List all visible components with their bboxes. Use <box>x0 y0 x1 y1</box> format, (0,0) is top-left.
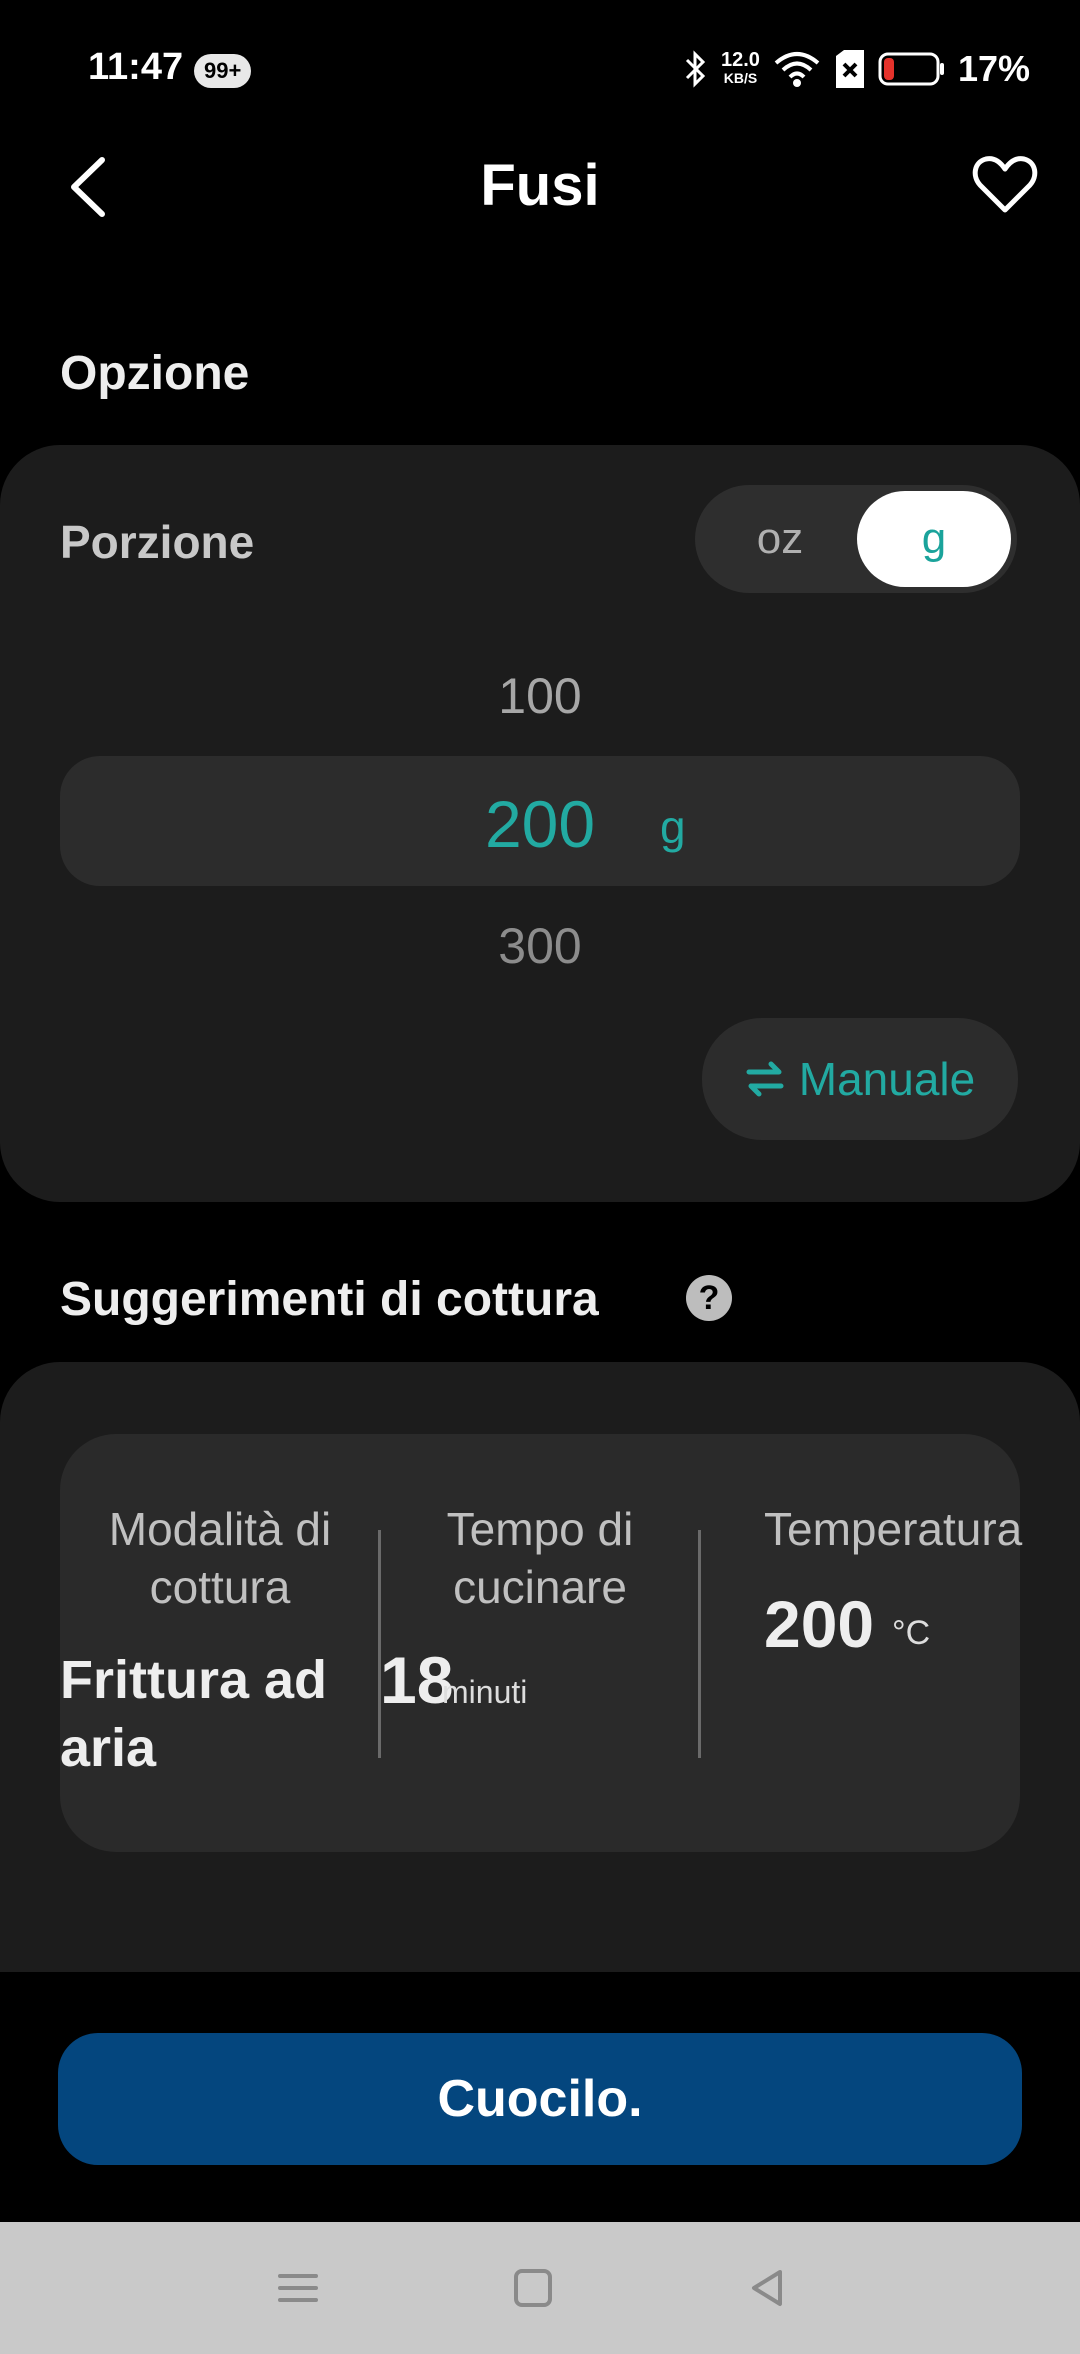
suggestions-card: Modalità di cottura Frittura ad aria Tem… <box>0 1362 1080 1972</box>
status-icons: 12.0 KB/S 17% <box>683 44 1030 94</box>
status-time: 11:47 <box>88 46 184 88</box>
cooking-info-panel: Modalità di cottura Frittura ad aria Tem… <box>60 1434 1022 1852</box>
sim-off-icon <box>835 50 864 88</box>
portion-value: 200 <box>484 787 596 861</box>
unit-option-oz[interactable]: oz <box>703 491 857 587</box>
portion-card: Porzione oz g 100 200 g 300 Manuale <box>0 445 1080 1202</box>
nav-home-button[interactable] <box>503 2258 563 2318</box>
menu-icon <box>278 2274 318 2302</box>
back-triangle-icon <box>752 2270 782 2306</box>
bluetooth-icon <box>685 50 706 88</box>
portion-picker-next[interactable]: 300 <box>0 917 1080 975</box>
portion-picker-selected[interactable]: 200 g <box>60 756 1020 886</box>
cooking-time-unit: minuti <box>442 1674 528 1710</box>
heart-icon <box>972 156 1038 213</box>
temperature-label: Temperatura <box>764 1503 1023 1555</box>
cook-button[interactable]: Cuocilo. <box>58 2033 1022 2165</box>
notification-count-badge: 99+ <box>194 54 252 88</box>
cooking-time-column: Tempo di cucinare 18 minuti <box>380 1434 700 1852</box>
nav-menu-button[interactable] <box>268 2258 328 2318</box>
cooking-time-label: Tempo di cucinare <box>446 1503 634 1613</box>
portion-label: Porzione <box>60 516 255 568</box>
battery-percentage: 17% <box>957 48 1030 89</box>
favorite-button[interactable] <box>970 150 1040 220</box>
cooking-mode-column: Modalità di cottura Frittura ad aria <box>60 1434 380 1852</box>
network-speed: 12.0 KB/S <box>721 49 760 86</box>
system-nav-bar <box>0 2222 1080 2354</box>
home-square-icon <box>514 2269 552 2307</box>
portion-picker-prev[interactable]: 100 <box>0 667 1080 725</box>
status-bar: 11:47 99+ 12.0 KB/S 17% <box>0 0 1080 140</box>
temperature-unit: °C <box>892 1614 931 1652</box>
temperature-column: Temperatura 200 °C <box>700 1434 1022 1852</box>
swap-arrows-icon <box>746 1061 784 1097</box>
help-icon[interactable]: ? <box>686 1275 732 1321</box>
unit-option-g[interactable]: g <box>857 491 1011 587</box>
portion-unit: g <box>660 801 686 853</box>
manual-button[interactable]: Manuale <box>702 1018 1018 1140</box>
cooking-mode-value: Frittura ad aria <box>60 1650 328 1778</box>
suggestions-section-title: Suggerimenti di cottura <box>60 1273 599 1326</box>
unit-toggle[interactable]: oz g <box>695 485 1017 593</box>
battery-icon <box>878 52 944 86</box>
manual-label: Manuale <box>798 1053 976 1105</box>
temperature-value: 200 <box>764 1587 875 1661</box>
page-title: Fusi <box>480 153 600 218</box>
cooking-mode-label: Modalità di cottura <box>108 1503 332 1613</box>
options-section-title: Opzione <box>60 347 250 400</box>
wifi-icon <box>774 52 820 87</box>
nav-back-button[interactable] <box>738 2258 798 2318</box>
